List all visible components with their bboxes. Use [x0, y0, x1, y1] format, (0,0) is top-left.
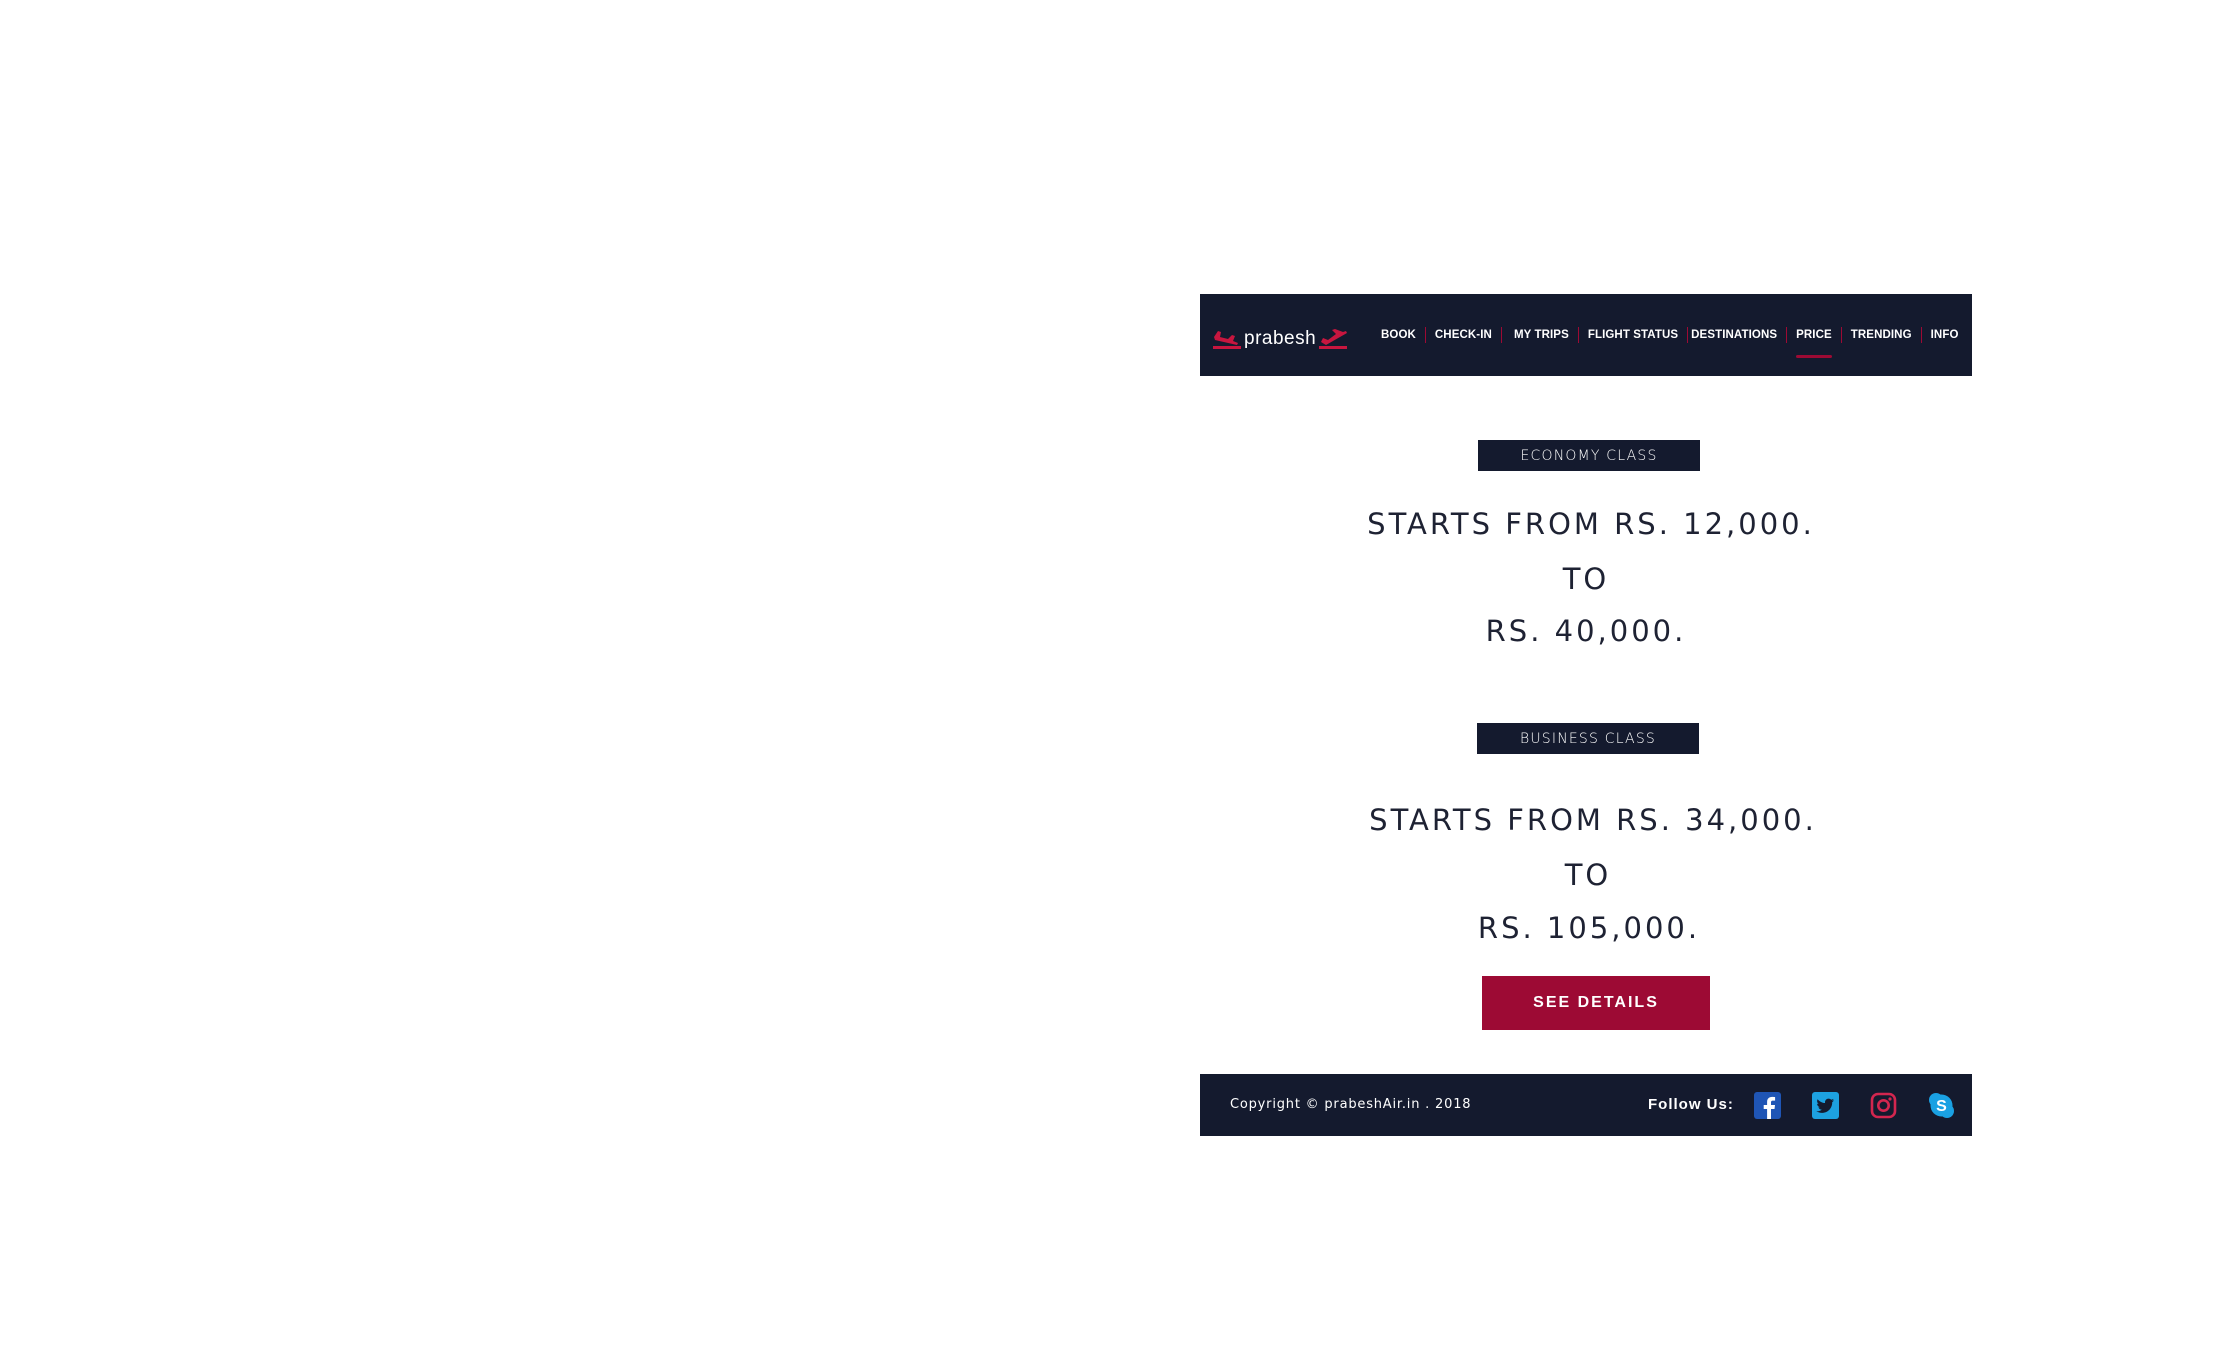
- business-price-from: STARTS FROM RS. 34,000.: [1369, 803, 1817, 837]
- nav-info[interactable]: INFO: [1922, 327, 1968, 343]
- economy-class-badge: ECONOMY CLASS: [1478, 440, 1700, 471]
- business-class-badge: BUSINESS CLASS: [1477, 723, 1699, 754]
- copyright-text: Copyright © prabeshAir.in . 2018: [1230, 1097, 1472, 1112]
- economy-price-from: STARTS FROM RS. 12,000.: [1367, 507, 1815, 541]
- main-nav: BOOK CHECK-IN MY TRIPS FLIGHT STATUS DES…: [1372, 294, 1968, 376]
- footer: Copyright © prabeshAir.in . 2018 Follow …: [1200, 1074, 1972, 1136]
- airplane-takeoff-icon: [1318, 327, 1348, 351]
- nav-trending[interactable]: TRENDING: [1842, 327, 1921, 343]
- svg-text:S: S: [1936, 1098, 1947, 1115]
- page: prabesh BOOK CHECK-IN MY TRIPS FLIGHT ST…: [0, 0, 2240, 1366]
- airplane-landing-icon: [1212, 327, 1242, 351]
- nav-price[interactable]: PRICE: [1787, 327, 1841, 358]
- see-details-button[interactable]: SEE DETAILS: [1482, 976, 1710, 1030]
- brand-logo[interactable]: prabesh: [1212, 324, 1348, 354]
- header-navbar: prabesh BOOK CHECK-IN MY TRIPS FLIGHT ST…: [1200, 294, 1972, 376]
- economy-price-to: RS. 40,000.: [1485, 614, 1687, 648]
- business-price-to-label: TO: [1564, 858, 1612, 892]
- follow-us-label: Follow Us:: [1648, 1096, 1734, 1113]
- economy-price-to-label: TO: [1562, 562, 1610, 596]
- skype-icon[interactable]: S: [1928, 1092, 1955, 1119]
- instagram-icon[interactable]: [1870, 1092, 1897, 1119]
- business-price-to: RS. 105,000.: [1477, 911, 1701, 945]
- brand-name: prabesh: [1244, 328, 1317, 349]
- nav-my-trips[interactable]: MY TRIPS: [1502, 327, 1578, 343]
- nav-check-in[interactable]: CHECK-IN: [1426, 327, 1501, 343]
- nav-book[interactable]: BOOK: [1372, 327, 1425, 343]
- facebook-icon[interactable]: [1754, 1092, 1781, 1119]
- nav-destinations[interactable]: DESTINATIONS: [1688, 327, 1786, 343]
- nav-flight-status[interactable]: FLIGHT STATUS: [1579, 327, 1687, 343]
- twitter-icon[interactable]: [1812, 1092, 1839, 1119]
